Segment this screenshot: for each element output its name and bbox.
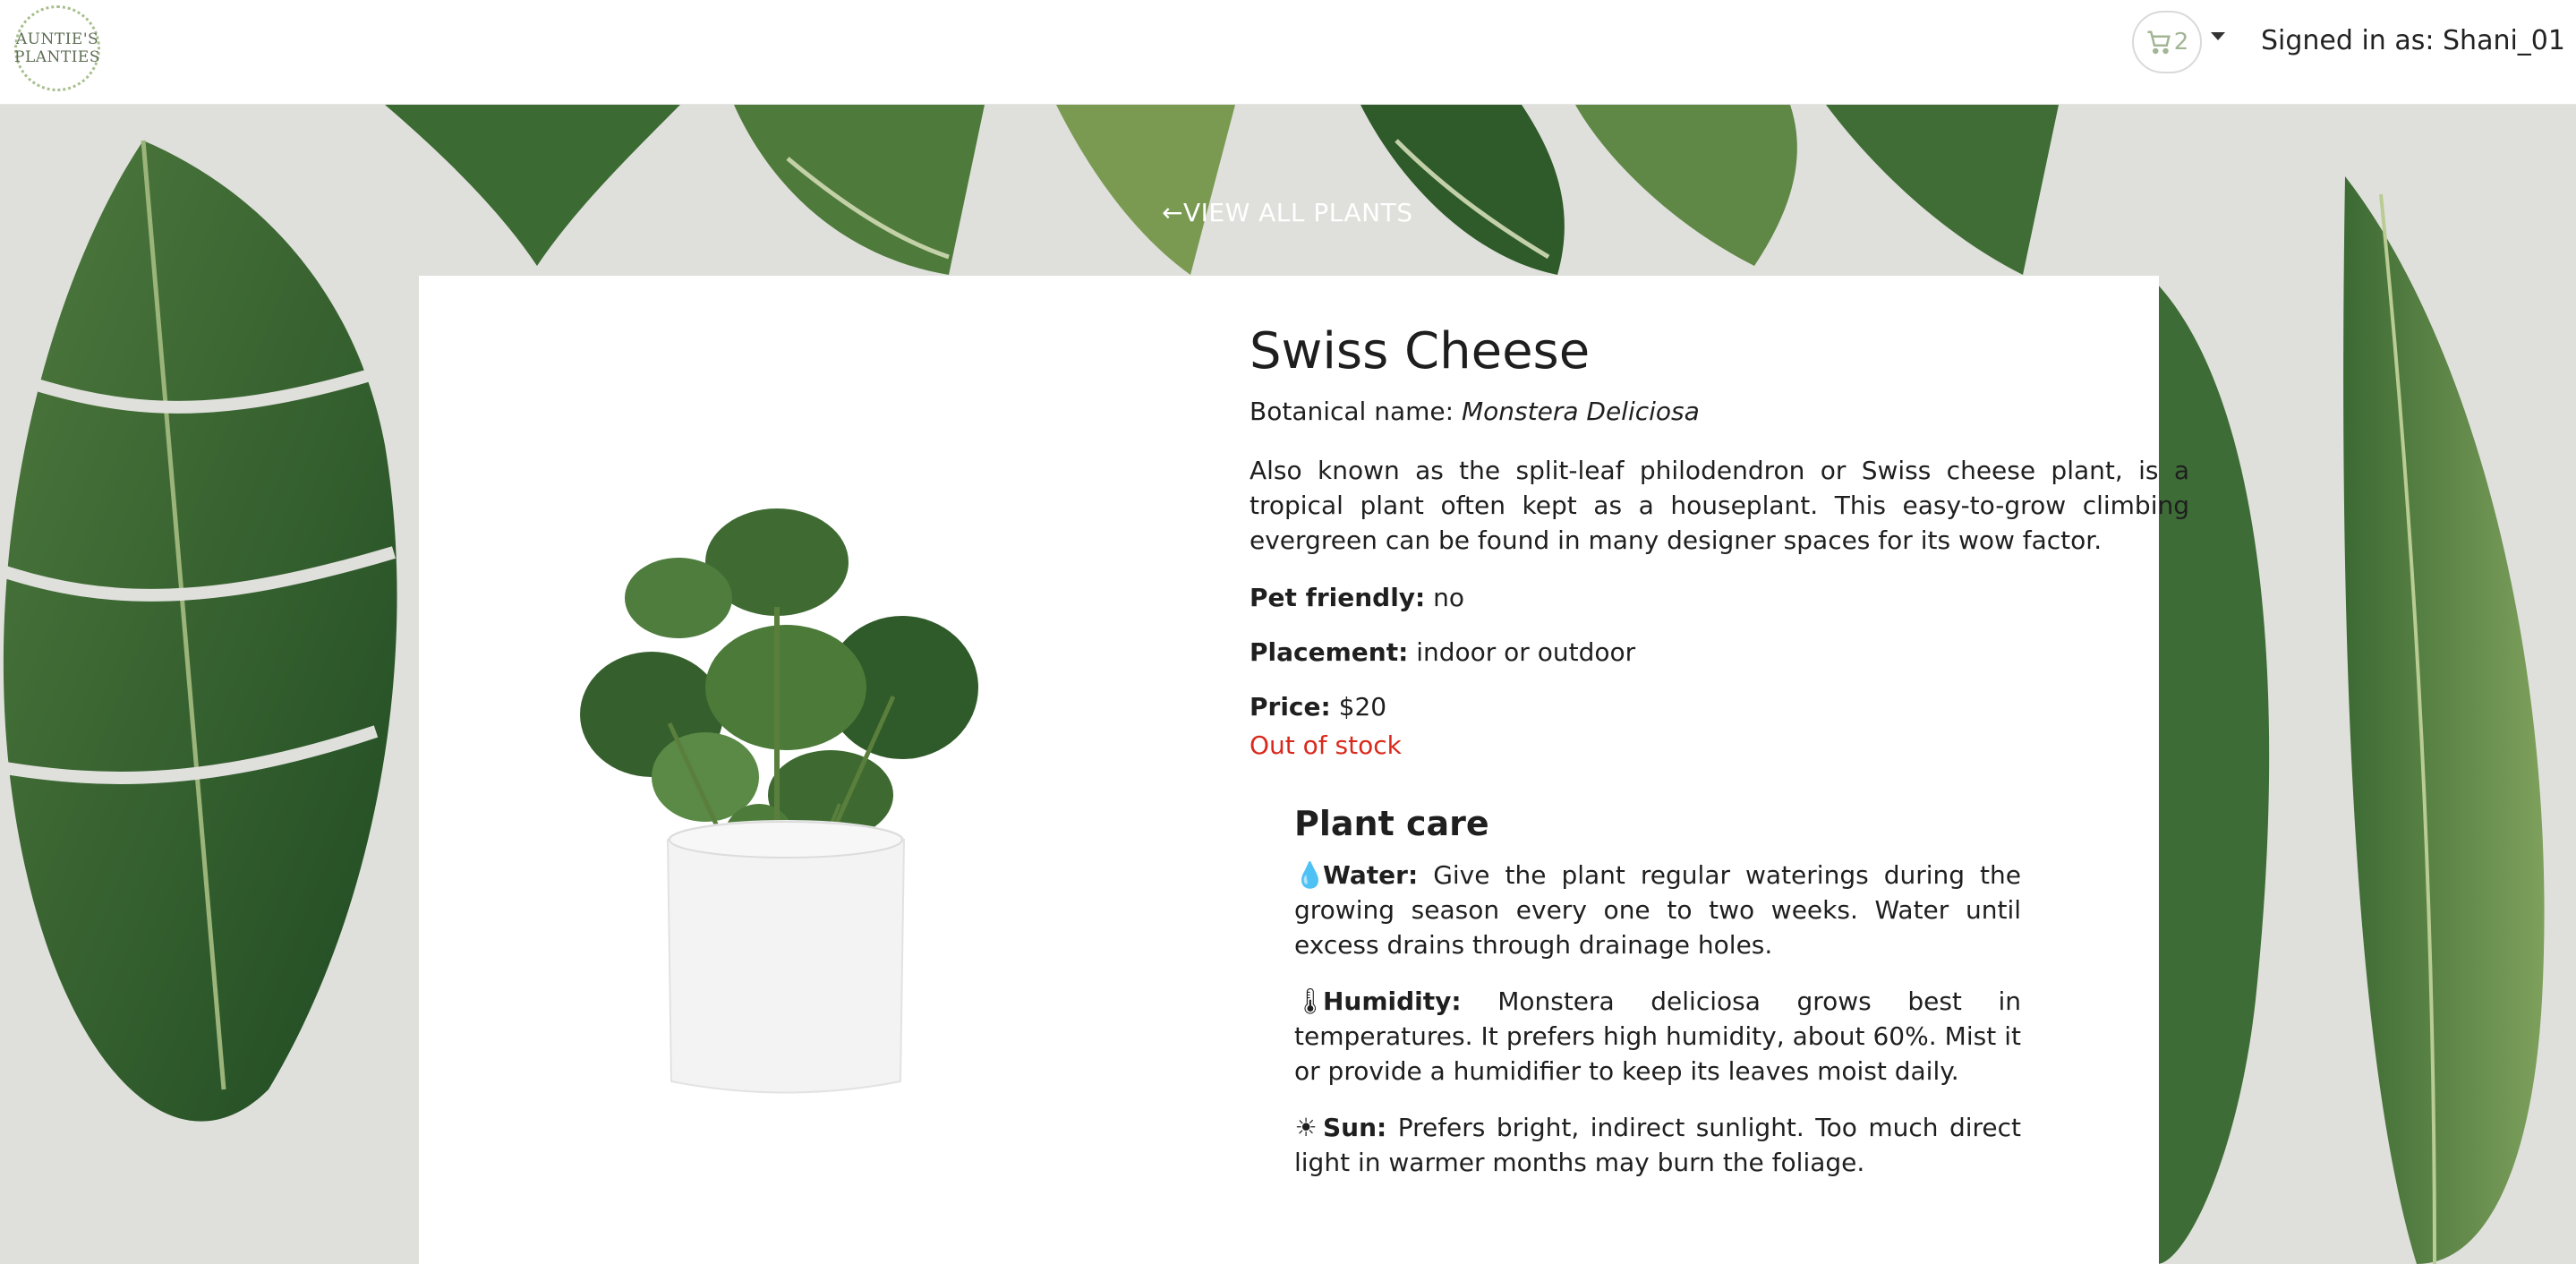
plant-care-title: Plant care — [1294, 804, 1489, 843]
product-title: Swiss Cheese — [1250, 322, 1591, 380]
cart-count-badge: 2 — [2173, 29, 2189, 56]
care-humidity: 🌡Humidity: Monstera deliciosa grows best… — [1294, 984, 2021, 1089]
price-label: Price: — [1250, 692, 1331, 722]
care-water-label: Water: — [1323, 860, 1419, 890]
price-value: $20 — [1338, 692, 1387, 722]
placement-label: Placement: — [1250, 637, 1409, 667]
cart-icon — [2147, 30, 2171, 55]
sun-icon: ☀ — [1294, 1113, 1318, 1142]
cart-button[interactable]: 2 — [2132, 11, 2202, 73]
pet-friendly-label: Pet friendly: — [1250, 583, 1426, 612]
thermometer-icon: 🌡 — [1294, 986, 1326, 1016]
signed-in-user[interactable]: Signed in as: Shani_01 — [2261, 25, 2565, 56]
care-sun-label: Sun: — [1323, 1113, 1387, 1142]
pet-friendly-row: Pet friendly: no — [1250, 583, 2189, 612]
botanical-label: Botanical name: — [1250, 397, 1462, 426]
logo-line-1: AUNTIE'S — [15, 30, 99, 48]
product-card: Swiss Cheese Botanical name: Monstera De… — [419, 276, 2189, 1264]
stock-status: Out of stock — [1250, 730, 1402, 760]
logo-line-2: PLANTIES — [14, 48, 100, 66]
price-row: Price: $20 — [1250, 692, 2189, 722]
plant-care-section: Plant care 💧Water: Give the plant regula… — [1294, 804, 2021, 1201]
view-all-plants-link[interactable]: ←VIEW ALL PLANTS — [1162, 198, 1413, 227]
placement-value: indoor or outdoor — [1416, 637, 1636, 667]
care-humidity-label: Humidity: — [1323, 986, 1462, 1016]
product-info: Swiss Cheese Botanical name: Monstera De… — [1250, 322, 2189, 760]
care-sun: ☀ Sun: Prefers bright, indirect sunlight.… — [1294, 1110, 2021, 1180]
water-drop-icon: 💧 — [1294, 860, 1326, 890]
botanical-name: Botanical name: Monstera Deliciosa — [1250, 397, 2189, 426]
chevron-down-icon[interactable] — [2211, 32, 2225, 40]
brand-logo[interactable]: AUNTIE'S PLANTIES — [14, 5, 100, 91]
product-description: Also known as the split-leaf philodendro… — [1250, 456, 2189, 555]
botanical-value: Monstera Deliciosa — [1461, 397, 1700, 426]
top-navbar: AUNTIE'S PLANTIES 2 Signed in as: Shani_… — [0, 0, 2576, 105]
care-water: 💧Water: Give the plant regular waterings… — [1294, 858, 2021, 962]
pet-friendly-value: no — [1433, 583, 1465, 612]
placement-row: Placement: indoor or outdoor — [1250, 637, 2189, 667]
product-image — [580, 508, 978, 1094]
care-sun-text: Prefers bright, indirect sunlight. Too m… — [1294, 1113, 2021, 1177]
